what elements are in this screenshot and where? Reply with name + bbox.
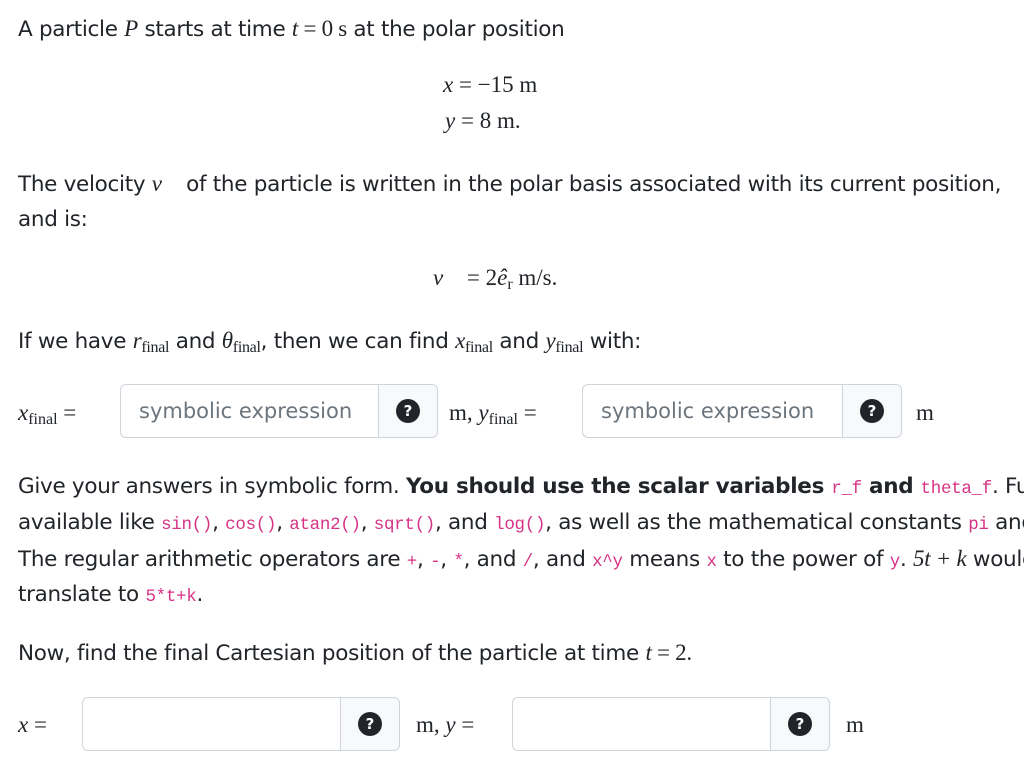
y-final-help-addon: ?: [842, 384, 902, 438]
math-var-P: P: [124, 16, 138, 41]
instructions-line2: available like sin(), cos(), atan2(), sq…: [18, 510, 1024, 535]
x-final-label: xfinal =: [18, 400, 77, 428]
y-final-input-group: ?: [582, 384, 902, 438]
x-answer-input-group: ?: [82, 697, 400, 751]
velocity-equation: v⃗ = 2êr m/s.: [433, 265, 558, 293]
y-answer-unit: m: [846, 712, 864, 737]
x-final-input[interactable]: [120, 384, 378, 438]
y-answer-input[interactable]: [512, 697, 770, 751]
intro-text: A particle P starts at time t = 0 s at t…: [18, 16, 565, 42]
x-final-input-group: ?: [120, 384, 438, 438]
final-intro-text: If we have rfinal and θfinal, then we ca…: [18, 328, 642, 356]
initial-x-equation: x = −15 m: [443, 72, 538, 97]
velocity-intro-line2: and is:: [18, 207, 88, 232]
velocity-intro-line1: The velocity v⃗ of the particle is writt…: [18, 171, 1002, 197]
instructions-line1: Give your answers in symbolic form. You …: [18, 474, 1024, 499]
final-question-text: Now, find the final Cartesian position o…: [18, 640, 692, 666]
initial-y-equation: y = 8 m.: [445, 108, 521, 133]
x-final-unit: m: [916, 400, 934, 425]
help-icon[interactable]: ?: [396, 399, 420, 423]
y-answer-input-group: ?: [512, 697, 830, 751]
y-answer-label: m, y =: [416, 712, 475, 737]
instructions-line3: The regular arithmetic operators are +, …: [18, 546, 1024, 572]
y-answer-help-addon: ?: [770, 697, 830, 751]
y-final-input[interactable]: [582, 384, 842, 438]
x-answer-input[interactable]: [82, 697, 340, 751]
help-icon[interactable]: ?: [860, 399, 884, 423]
instructions-line4: translate to 5*t+k.: [18, 582, 203, 607]
x-answer-label: x =: [18, 712, 47, 737]
help-icon[interactable]: ?: [358, 712, 382, 736]
help-icon[interactable]: ?: [788, 712, 812, 736]
x-final-help-addon: ?: [378, 384, 438, 438]
y-final-label: m, yfinal =: [449, 400, 537, 428]
x-answer-help-addon: ?: [340, 697, 400, 751]
